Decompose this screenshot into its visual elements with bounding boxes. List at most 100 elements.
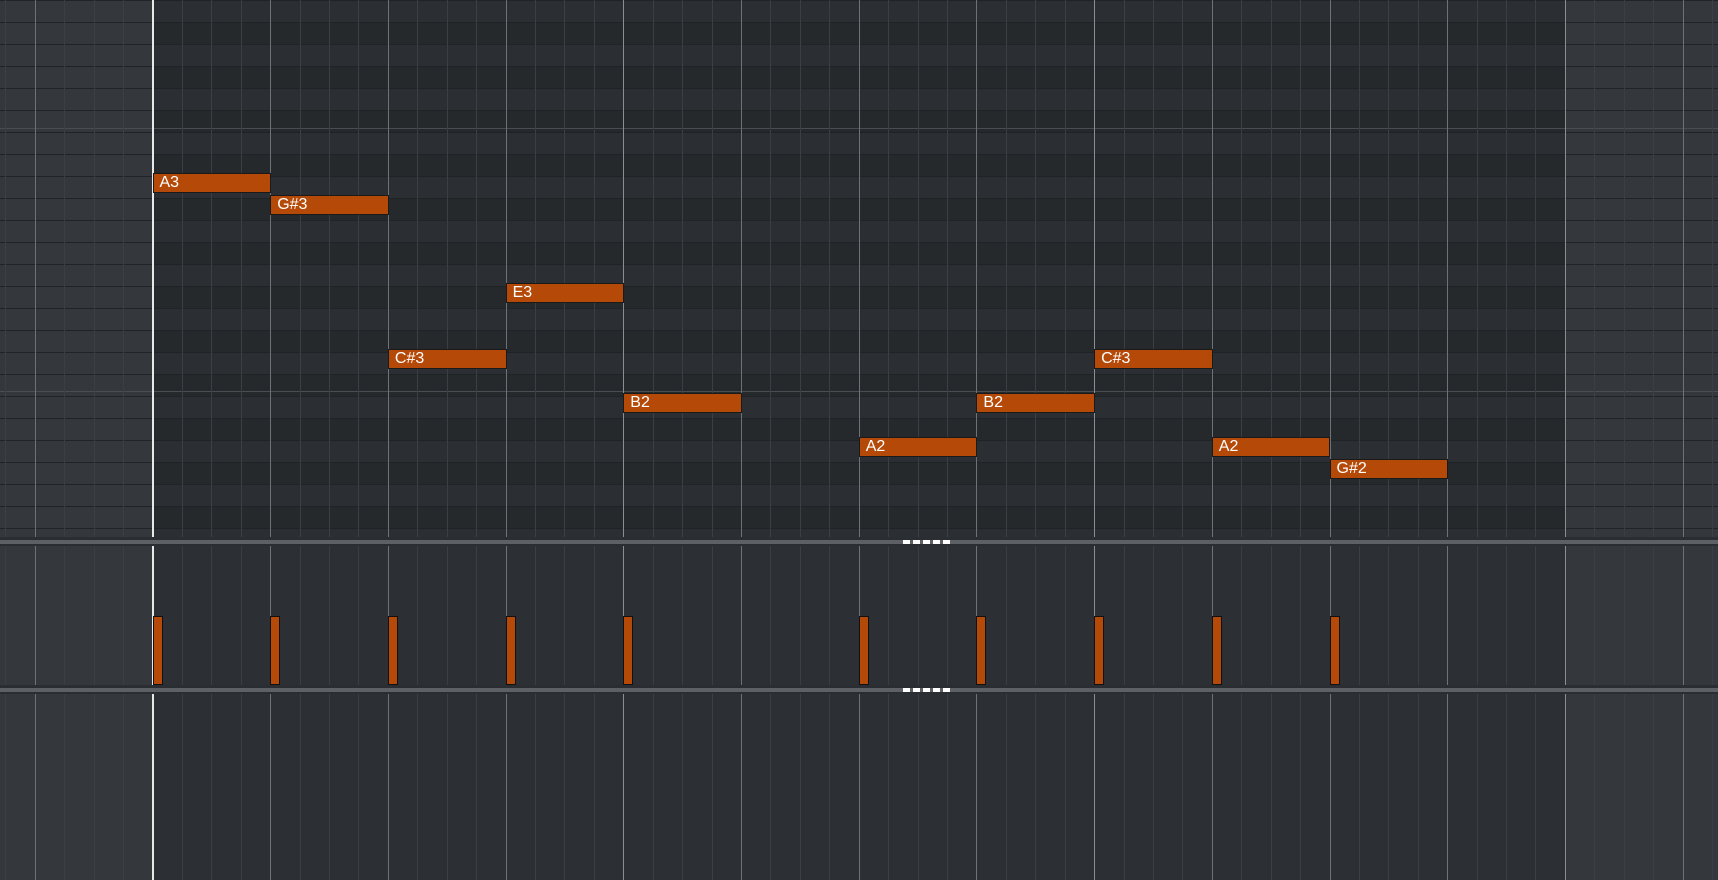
sub-beat-line <box>1182 694 1183 880</box>
sub-beat-line <box>182 546 183 685</box>
sub-beat-line <box>682 546 683 685</box>
sub-beat-line <box>947 546 948 685</box>
sub-beat-line <box>1035 694 1036 880</box>
sub-beat-line <box>300 694 301 880</box>
velocity-bar[interactable] <box>1329 616 1340 685</box>
velocity-lane[interactable] <box>0 546 1718 685</box>
sub-beat-line <box>564 694 565 880</box>
velocity-bar[interactable] <box>1211 616 1222 685</box>
sub-beat-line <box>1477 694 1478 880</box>
velocity-bar[interactable] <box>387 616 398 685</box>
midi-note[interactable]: A2 <box>1211 437 1331 457</box>
sub-beat-line <box>712 0 713 537</box>
sub-beat-line <box>1065 546 1066 685</box>
beat-line <box>506 0 507 537</box>
sub-beat-line <box>94 0 95 537</box>
midi-editor: A3 G#3 C#3 E3 B2 A2 B2 C#3 A2 G#2 <box>0 0 1718 880</box>
sub-beat-line <box>1653 694 1654 880</box>
sub-beat-line <box>800 0 801 537</box>
sub-beat-line <box>300 546 301 685</box>
sub-beat-line <box>358 694 359 880</box>
beat-line <box>35 0 36 537</box>
out-of-range-right <box>1564 694 1718 880</box>
beat-line <box>1447 0 1448 537</box>
velocity-bar[interactable] <box>152 616 163 685</box>
midi-note[interactable]: C#3 <box>387 349 507 369</box>
beat-line <box>976 694 977 880</box>
sub-beat-line <box>417 0 418 537</box>
out-of-range-left <box>0 546 153 685</box>
beat-line <box>1094 0 1095 537</box>
lane-splitter-top[interactable] <box>0 537 1718 546</box>
sub-beat-line <box>1035 546 1036 685</box>
midi-note[interactable]: A3 <box>152 173 272 193</box>
velocity-bar[interactable] <box>270 616 281 685</box>
beat-line <box>1565 0 1566 537</box>
beat-line <box>1565 546 1566 685</box>
beat-line <box>1212 694 1213 880</box>
out-of-range-left <box>0 694 153 880</box>
sub-beat-line <box>1006 694 1007 880</box>
beat-line <box>1330 694 1331 880</box>
beat-line <box>506 694 507 880</box>
sub-beat-line <box>1506 694 1507 880</box>
sub-beat-line <box>770 546 771 685</box>
midi-note[interactable]: B2 <box>976 393 1096 413</box>
playhead[interactable] <box>151 0 154 537</box>
sub-beat-line <box>1241 694 1242 880</box>
sub-beat-line <box>182 694 183 880</box>
sub-beat-line <box>182 0 183 537</box>
sub-beat-line <box>64 0 65 537</box>
sub-beat-line <box>1594 0 1595 537</box>
sub-beat-line <box>1712 694 1713 880</box>
piano-roll-grid[interactable]: A3 G#3 C#3 E3 B2 A2 B2 C#3 A2 G#2 <box>0 0 1718 537</box>
midi-note[interactable]: A2 <box>858 437 978 457</box>
sub-beat-line <box>476 0 477 537</box>
sub-beat-line <box>1124 0 1125 537</box>
sub-beat-line <box>1359 694 1360 880</box>
velocity-bar[interactable] <box>976 616 987 685</box>
sub-beat-line <box>1506 0 1507 537</box>
beat-line <box>741 694 742 880</box>
sub-beat-line <box>241 0 242 537</box>
midi-note[interactable]: C#3 <box>1094 349 1213 369</box>
beat-line <box>1683 0 1684 537</box>
sub-beat-line <box>918 694 919 880</box>
sub-beat-line <box>94 694 95 880</box>
velocity-bar[interactable] <box>505 616 516 685</box>
midi-note[interactable]: G#2 <box>1329 459 1449 479</box>
beat-line <box>741 0 742 537</box>
sub-beat-line <box>211 694 212 880</box>
velocity-bar[interactable] <box>858 616 869 685</box>
midi-note[interactable]: B2 <box>623 393 742 413</box>
sub-beat-line <box>1124 694 1125 880</box>
sub-beat-line <box>800 546 801 685</box>
beat-line <box>623 0 624 537</box>
sub-beat-line <box>447 0 448 537</box>
splitter-grip-handle[interactable] <box>903 688 951 692</box>
velocity-bar[interactable] <box>1094 616 1105 685</box>
midi-note[interactable]: G#3 <box>270 195 389 215</box>
sub-beat-line <box>1182 546 1183 685</box>
beat-line <box>1094 694 1095 880</box>
midi-note[interactable]: E3 <box>505 283 625 303</box>
sub-beat-line <box>1153 0 1154 537</box>
sub-beat-line <box>1594 694 1595 880</box>
sub-beat-line <box>1153 546 1154 685</box>
sub-beat-line <box>211 546 212 685</box>
sub-beat-line <box>358 546 359 685</box>
beat-line <box>35 546 36 685</box>
lane-splitter-bottom[interactable] <box>0 685 1718 694</box>
sub-beat-line <box>1418 0 1419 537</box>
automation-lane[interactable] <box>0 694 1718 880</box>
beat-line <box>859 694 860 880</box>
splitter-grip-handle[interactable] <box>903 540 951 544</box>
sub-beat-line <box>5 0 6 537</box>
playhead[interactable] <box>151 694 154 880</box>
out-of-range-right <box>1564 0 1718 537</box>
sub-beat-line <box>535 0 536 537</box>
velocity-bar[interactable] <box>623 616 634 685</box>
sub-beat-line <box>1359 0 1360 537</box>
sub-beat-line <box>712 694 713 880</box>
sub-beat-line <box>1271 546 1272 685</box>
